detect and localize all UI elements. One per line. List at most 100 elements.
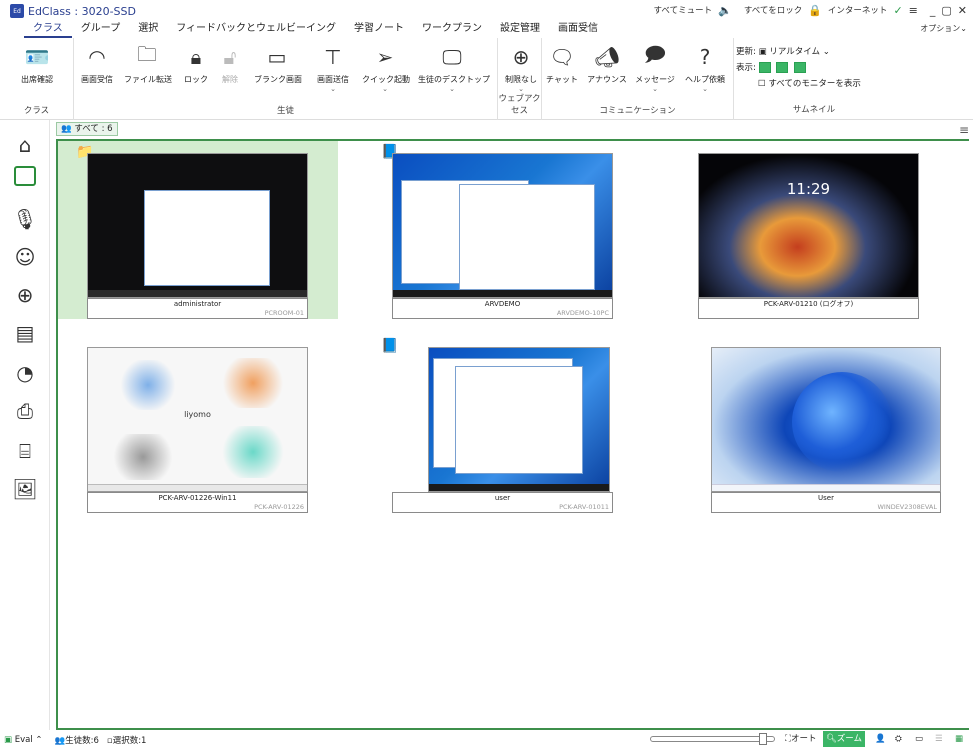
- screen-view-icon[interactable]: ▭: [912, 731, 926, 747]
- thumbnail-options: 更新: ▣ リアルタイム ⌄ 表示: ☐ すべてのモニターを表示: [736, 44, 861, 92]
- student-tile[interactable]: liyomo PCK-ARV-01226-Win11 PCK-ARV-01226: [58, 335, 338, 513]
- menu-select[interactable]: 選択: [129, 20, 167, 38]
- globe-nav-icon[interactable]: ⊕: [12, 282, 38, 308]
- monitor-view-icon[interactable]: [14, 166, 36, 186]
- remote-desktop-icon: 🖵: [442, 45, 462, 69]
- screen-send-button[interactable]: ⊤ 画面送信 ⌄: [310, 44, 356, 93]
- globe-icon: ⊕: [512, 45, 530, 69]
- chat-button[interactable]: 🗨 チャット: [542, 44, 582, 85]
- grid-view-icon[interactable]: ▦: [952, 731, 966, 747]
- chevron-down-icon[interactable]: ⌄: [362, 85, 408, 93]
- student-tile[interactable]: 📘 user PCK-ARV-01011: [363, 335, 643, 513]
- view-app-icon[interactable]: [793, 62, 806, 73]
- ribbon-group-students: ◠ 画面受信 🗀 ファイル転送 🔒︎ ロック 🔓︎ 解除 ▭ ブランク画面 ⊤ …: [74, 38, 498, 120]
- zoom-slider[interactable]: [650, 733, 775, 745]
- presentation-icon: ⊤: [324, 45, 342, 69]
- ribbon-group-web: ⊕ 制限なし ⌄ ウェブアクセス: [498, 38, 542, 120]
- pc-name: PCK-ARV-01011: [559, 503, 609, 511]
- tile-caption: PCK-ARV-01226-Win11 PCK-ARV-01226: [87, 492, 308, 513]
- menu-workplan[interactable]: ワークプラン: [413, 20, 491, 38]
- help-request-button[interactable]: ? ヘルプ依頼 ⌄: [682, 44, 728, 93]
- close-icon[interactable]: ✕: [958, 5, 967, 16]
- view-menu-icon[interactable]: ≡: [959, 123, 969, 137]
- menu-screen-receive[interactable]: 画面受信: [549, 20, 607, 38]
- send-icon: ➢: [376, 45, 394, 69]
- screen-thumbnail[interactable]: [428, 347, 610, 492]
- chevron-down-icon[interactable]: ⌄: [682, 85, 728, 93]
- group-view-icon[interactable]: ⛭: [892, 731, 905, 747]
- screen-thumbnail[interactable]: [711, 347, 941, 492]
- student-name: user: [494, 494, 511, 502]
- lock-all-button[interactable]: すべてをロック: [744, 4, 802, 16]
- check-circle-icon[interactable]: ✓: [893, 5, 902, 16]
- lock-button[interactable]: 🔒︎ ロック: [178, 44, 214, 85]
- zoom-slider-knob[interactable]: [758, 733, 767, 745]
- screen-thumbnail[interactable]: [392, 153, 613, 298]
- quick-launch-button[interactable]: ➢ クイック起動 ⌄: [362, 44, 410, 93]
- internet-button[interactable]: インターネット: [828, 4, 888, 16]
- student-view-icon[interactable]: 👤: [872, 731, 889, 747]
- student-name: PCK-ARV-01210 (ログオフ): [763, 300, 854, 308]
- refresh-row: 更新: ▣ リアルタイム ⌄: [736, 47, 830, 57]
- student-tile[interactable]: User WINDEV2308EVAL: [669, 335, 949, 513]
- image-icon[interactable]: 🖼︎: [12, 476, 38, 502]
- usb-icon[interactable]: ⌸: [12, 438, 38, 464]
- pie-chart-icon[interactable]: ◔: [12, 360, 38, 386]
- view-monitor-icon[interactable]: [758, 62, 771, 73]
- tile-caption: User WINDEV2308EVAL: [711, 492, 941, 513]
- thumbnail-group-label: サムネイル: [792, 105, 836, 115]
- auto-fit-button[interactable]: ⛶オート: [782, 731, 819, 747]
- tab-all-students[interactable]: 👥 すべて : 6: [56, 122, 118, 136]
- menu-settings[interactable]: 設定管理: [491, 20, 549, 38]
- student-tile[interactable]: 📁 administrator PCROOM-01: [58, 141, 338, 319]
- selected-count: ▫選択数:1: [106, 736, 147, 746]
- student-name: ARVDEMO: [484, 300, 521, 308]
- screen-thumbnail[interactable]: liyomo: [87, 347, 308, 492]
- screen-thumbnail[interactable]: [87, 153, 308, 298]
- screen-thumbnail[interactable]: 11:29: [698, 153, 919, 298]
- screen-receive-button[interactable]: ◠ 画面受信: [74, 44, 120, 85]
- chevron-down-icon[interactable]: ⌄: [310, 85, 356, 93]
- menu-feedback[interactable]: フィードバックとウェルビーイング: [167, 20, 345, 38]
- student-tile[interactable]: 11:29 PCK-ARV-01210 (ログオフ): [669, 141, 949, 319]
- announce-button[interactable]: 📣︎ アナウンス: [584, 44, 630, 85]
- home-icon[interactable]: ⌂: [12, 132, 38, 158]
- microphone-icon[interactable]: 🎙︎: [12, 206, 38, 232]
- pc-name: PCROOM-01: [264, 309, 304, 317]
- student-desktop-button[interactable]: 🖵 生徒のデスクトップ ⌄: [418, 44, 490, 93]
- mute-all-button[interactable]: すべてミュート: [654, 4, 713, 16]
- monitor-icon: ▭: [267, 45, 287, 69]
- window-icon[interactable]: ▤: [12, 320, 38, 346]
- menu-group[interactable]: グループ: [72, 20, 129, 38]
- menu-notes[interactable]: 学習ノート: [345, 20, 413, 38]
- minimize-icon[interactable]: _: [930, 5, 936, 16]
- options-button[interactable]: オプション⌄: [920, 23, 967, 34]
- chevron-down-icon[interactable]: ⌄: [418, 85, 486, 93]
- speaker-icon[interactable]: 🔈: [718, 5, 732, 16]
- padlock-icon[interactable]: 🔒: [808, 5, 822, 16]
- student-tile[interactable]: 📘 ARVDEMO ARVDEMO-10PC: [363, 141, 643, 319]
- restore-icon[interactable]: ▢: [941, 5, 951, 16]
- attendance-button[interactable]: 🪪 出席確認: [14, 44, 60, 85]
- refresh-select[interactable]: ▣ リアルタイム ⌄: [759, 47, 830, 57]
- printer-icon[interactable]: ⎙: [12, 398, 38, 424]
- ai-head-icon[interactable]: ☺: [12, 244, 38, 270]
- student-count: 👥生徒数:6: [54, 736, 99, 746]
- zoom-button[interactable]: 🔍︎ズーム: [823, 731, 866, 747]
- file-transfer-button[interactable]: 🗀 ファイル転送: [124, 42, 172, 85]
- chevron-down-icon[interactable]: ⌄: [632, 85, 678, 93]
- eval-badge[interactable]: ▣ Eval ⌃: [4, 735, 43, 745]
- app-logo: Ed: [10, 4, 24, 18]
- message-button[interactable]: 🗩 メッセージ ⌄: [632, 42, 678, 93]
- student-grid: 📁 administrator PCROOM-01 📘 ARVDEMO ARVD…: [56, 139, 969, 730]
- menu-class[interactable]: クラス: [24, 20, 72, 38]
- pc-name: WINDEV2308EVAL: [877, 503, 937, 511]
- unlock-button[interactable]: 🔓︎ 解除: [212, 44, 248, 85]
- all-monitors-row[interactable]: ☐ すべてのモニターを表示: [758, 76, 861, 92]
- blank-screen-button[interactable]: ▭ ブランク画面: [254, 44, 302, 85]
- lyomo-logo: liyomo: [184, 410, 211, 419]
- view-web-icon[interactable]: [776, 62, 789, 73]
- menu-icon[interactable]: ≡: [909, 5, 918, 16]
- list-view-icon[interactable]: ☰: [932, 731, 946, 747]
- no-limit-button[interactable]: ⊕ 制限なし ⌄: [498, 44, 544, 93]
